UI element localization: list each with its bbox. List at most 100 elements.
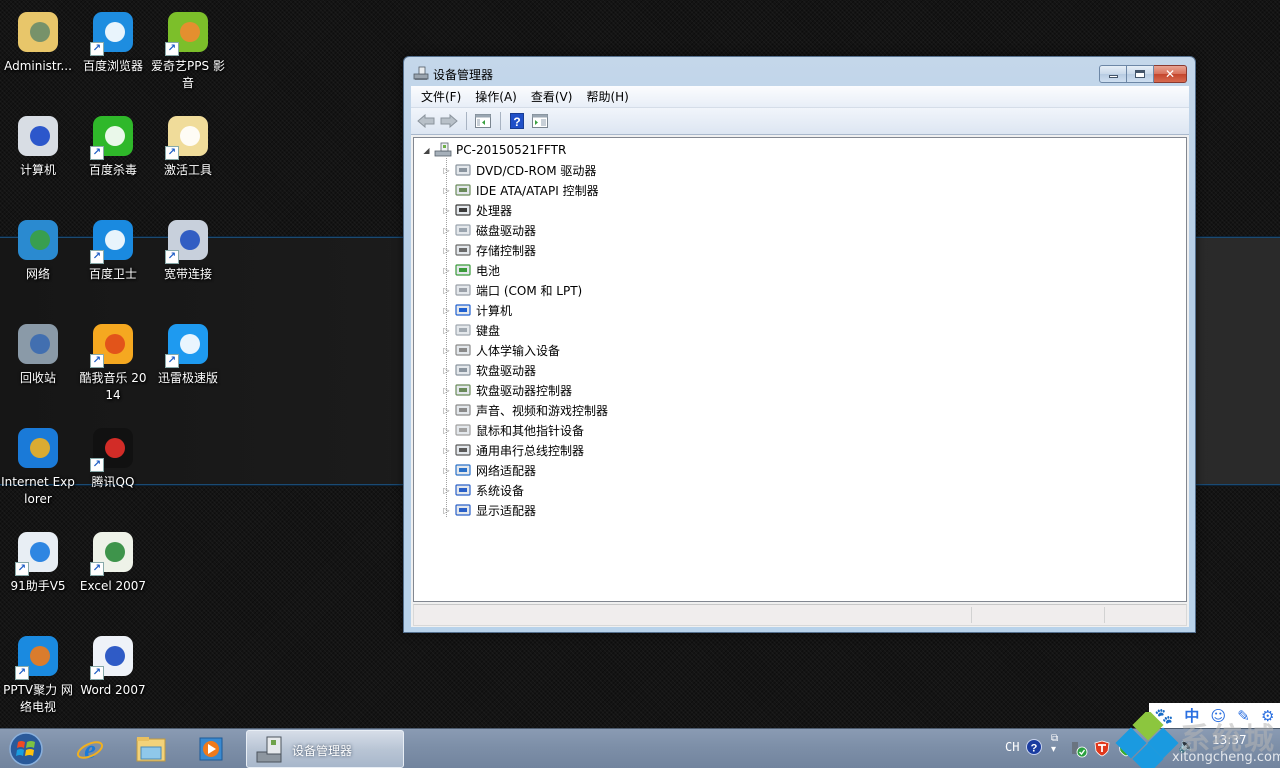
tree-node-network-adapter[interactable]: ▷ 网络适配器: [442, 460, 536, 480]
tree-node-battery[interactable]: ▷ 电池: [442, 260, 500, 280]
expand-arrow-icon[interactable]: ▷: [442, 286, 451, 295]
help-tray-icon[interactable]: ?: [1026, 739, 1042, 755]
expand-arrow-icon[interactable]: ▷: [442, 466, 451, 475]
tree-node-label: 人体学输入设备: [476, 343, 561, 358]
desktop-icon[interactable]: ↗ 百度杀毒: [75, 106, 151, 179]
baidu-guard-tray-icon[interactable]: [1094, 740, 1110, 757]
expand-arrow-icon[interactable]: ▷: [442, 346, 451, 355]
tree-node-label: 鼠标和其他指针设备: [476, 423, 585, 438]
tree-node-floppy-controller[interactable]: ▷ 软盘驱动器控制器: [442, 380, 572, 400]
tree-node-system-devices[interactable]: ▷ 系统设备: [442, 480, 524, 500]
desktop-icon[interactable]: ↗ 百度卫士: [75, 210, 151, 283]
expand-arrow-icon[interactable]: ▷: [442, 446, 451, 455]
desktop-icon[interactable]: ↗ 激活工具: [150, 106, 226, 179]
usb-safe-remove-icon[interactable]: [1070, 740, 1088, 758]
minimize-button[interactable]: [1099, 65, 1127, 83]
expand-arrow-icon[interactable]: ▷: [442, 426, 451, 435]
taskbar-ie-button[interactable]: e: [70, 733, 110, 765]
taskbar-device-manager-button[interactable]: 设备管理器: [246, 730, 404, 768]
expand-arrow-icon[interactable]: ▷: [442, 406, 451, 415]
start-button[interactable]: [6, 731, 46, 767]
taskbar-media-player-button[interactable]: [191, 733, 231, 765]
tree-node-keyboard[interactable]: ▷ 键盘: [442, 320, 500, 340]
tree-node-usb[interactable]: ▷ 通用串行总线控制器: [442, 440, 584, 460]
expand-arrow-icon[interactable]: ▷: [442, 366, 451, 375]
tree-node-storage-controller[interactable]: ▷ 存储控制器: [442, 240, 536, 260]
language-indicator[interactable]: CH: [1005, 740, 1019, 754]
properties-button[interactable]: [529, 111, 551, 131]
expand-arrow-icon[interactable]: ▷: [442, 486, 451, 495]
desktop-icon[interactable]: 网络: [0, 210, 76, 283]
tree-node-sound[interactable]: ▷ 声音、视频和游戏控制器: [442, 400, 608, 420]
91-assistant-icon: ↗: [14, 528, 62, 576]
close-button[interactable]: ✕: [1154, 65, 1187, 83]
tree-node-floppy-drive[interactable]: ▷ 软盘驱动器: [442, 360, 536, 380]
tree-node-dvd-drive[interactable]: ▷ DVD/CD-ROM 驱动器: [442, 160, 596, 180]
recycle-bin-icon: [14, 320, 62, 368]
desktop-icon-label: 回收站: [19, 371, 56, 385]
expand-arrow-icon[interactable]: ▷: [442, 166, 451, 175]
tree-node-computer[interactable]: ▷ 计算机: [442, 300, 512, 320]
desktop-icon[interactable]: Administr...: [0, 2, 76, 75]
device-manager-icon: [256, 736, 282, 763]
tree-node-processor[interactable]: ▷ 处理器: [442, 200, 512, 220]
tree-node-ide-controller[interactable]: ▷ IDE ATA/ATAPI 控制器: [442, 180, 598, 200]
show-hidden-icons-arrow[interactable]: ⧉ ▾: [1051, 733, 1058, 755]
desktop-icon[interactable]: Internet Explorer: [0, 418, 76, 508]
tree-root[interactable]: ◢ PC-20150521FFTR: [422, 140, 566, 160]
window-client: 文件(F) 操作(A) 查看(V) 帮助(H) ? ◢ PC-20150521F…: [411, 86, 1189, 627]
expand-arrow-icon[interactable]: ▷: [442, 306, 451, 315]
desktop-icon[interactable]: ↗ 91助手V5: [0, 522, 76, 595]
desktop-icon[interactable]: ↗ 百度浏览器: [75, 2, 151, 75]
help-icon: ?: [510, 113, 524, 129]
taskbar-task-label: 设备管理器: [292, 744, 353, 758]
desktop-icon[interactable]: ↗ 酷我音乐 2014: [75, 314, 151, 404]
title-bar[interactable]: 设备管理器 ✕: [404, 57, 1195, 87]
expand-arrow-icon[interactable]: ▷: [442, 246, 451, 255]
desktop-icon[interactable]: ↗ 腾讯QQ: [75, 418, 151, 491]
desktop-icon[interactable]: ↗ Excel 2007: [75, 522, 151, 595]
menu-help[interactable]: 帮助(H): [579, 86, 635, 107]
forward-button[interactable]: [438, 111, 460, 131]
menu-view[interactable]: 查看(V): [524, 86, 580, 107]
desktop-icon[interactable]: ↗ PPTV聚力 网络电视: [0, 626, 76, 716]
tree-node-display-adapter[interactable]: ▷ 显示适配器: [442, 500, 536, 520]
desktop-icon[interactable]: 回收站: [0, 314, 76, 387]
collapse-arrow-icon[interactable]: ◢: [422, 146, 431, 155]
ide-controller-icon: [455, 184, 471, 196]
shortcut-arrow-icon: ↗: [90, 666, 104, 680]
desktop-icon[interactable]: ↗ Word 2007: [75, 626, 151, 699]
baidu-antivirus-icon: ↗: [89, 112, 137, 160]
maximize-button[interactable]: [1127, 65, 1154, 83]
expand-arrow-icon[interactable]: ▷: [442, 226, 451, 235]
file-explorer-icon: [136, 737, 166, 762]
expand-arrow-icon[interactable]: ▷: [442, 206, 451, 215]
tree-node-port[interactable]: ▷ 端口 (COM 和 LPT): [442, 280, 582, 300]
menu-file[interactable]: 文件(F): [414, 86, 468, 107]
desktop-icon[interactable]: ↗ 迅雷极速版: [150, 314, 226, 387]
battery-icon: [455, 264, 471, 276]
show-hide-console-tree-button[interactable]: [472, 111, 494, 131]
desktop-icon-label: Internet Explorer: [1, 475, 75, 506]
expand-arrow-icon[interactable]: ▷: [442, 506, 451, 515]
expand-arrow-icon[interactable]: ▷: [442, 266, 451, 275]
tree-node-disk-drive[interactable]: ▷ 磁盘驱动器: [442, 220, 536, 240]
desktop-icon[interactable]: ↗ 爱奇艺PPS 影音: [150, 2, 226, 92]
desktop-icon-label: 91助手V5: [10, 579, 66, 593]
desktop-icon[interactable]: 计算机: [0, 106, 76, 179]
menu-action[interactable]: 操作(A): [468, 86, 524, 107]
expand-arrow-icon[interactable]: ▷: [442, 326, 451, 335]
help-button[interactable]: ?: [506, 111, 528, 131]
tree-node-mouse[interactable]: ▷ 鼠标和其他指针设备: [442, 420, 584, 440]
desktop-icon[interactable]: ↗ 宽带连接: [150, 210, 226, 283]
expand-arrow-icon[interactable]: ▷: [442, 386, 451, 395]
expand-arrow-icon[interactable]: ▷: [442, 186, 451, 195]
tree-node-hid[interactable]: ▷ 人体学输入设备: [442, 340, 560, 360]
excel-icon: ↗: [89, 528, 137, 576]
svg-text:?: ?: [513, 115, 520, 129]
taskbar-explorer-button[interactable]: [131, 733, 171, 765]
device-tree[interactable]: ◢ PC-20150521FFTR ▷ DVD/CD-ROM 驱动器 ▷ IDE AT…: [413, 137, 1187, 602]
mouse-icon: [455, 424, 471, 436]
floppy-drive-icon: [455, 364, 471, 376]
back-button[interactable]: [415, 111, 437, 131]
